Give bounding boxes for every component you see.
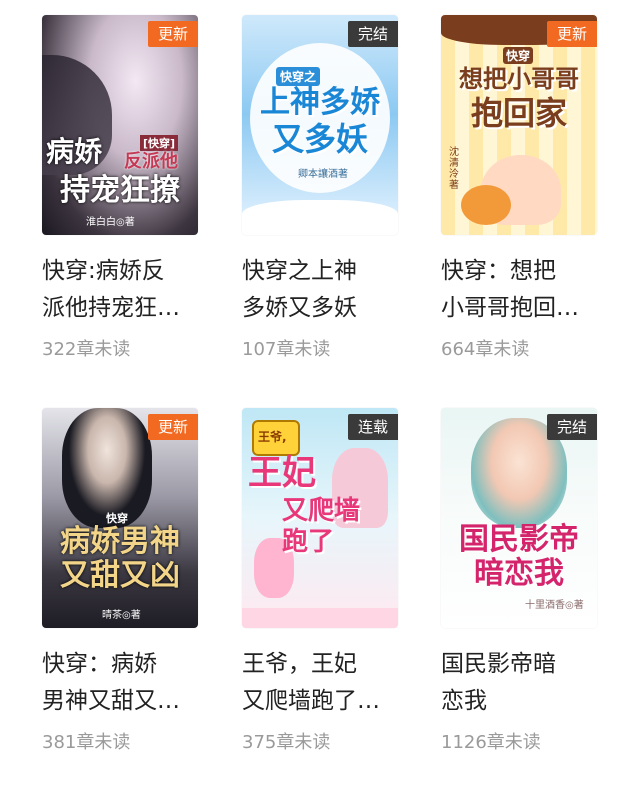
- cover-title: 病娇男神: [60, 524, 180, 559]
- unread-count: 1126章未读: [441, 732, 541, 753]
- book-card[interactable]: 国民影帝 暗恋我 十里酒香◎著 完结 国民影帝暗 恋我 1126章未读: [441, 408, 597, 754]
- book-title[interactable]: 快穿:病娇反 派他持宠狂…: [42, 253, 198, 327]
- cover-tag: [快穿]: [140, 135, 179, 151]
- cover-title: 国民影帝: [459, 522, 579, 557]
- cover-title-line2: 抱回家: [470, 94, 567, 132]
- book-title-line2: 又爬墙跑了…: [242, 688, 380, 714]
- book-title-line1: 王爷，王妃: [242, 651, 357, 677]
- book-title[interactable]: 王爷，王妃 又爬墙跑了…: [242, 646, 398, 720]
- status-badge: 更新: [147, 21, 198, 47]
- cover-author: 沈清泠著: [449, 147, 459, 191]
- book-cover[interactable]: 快穿 想把小哥哥 抱回家 沈清泠著 更新: [441, 15, 597, 235]
- status-badge: 完结: [546, 414, 597, 440]
- book-title[interactable]: 快穿：想把 小哥哥抱回…: [441, 253, 597, 327]
- status-badge: 更新: [546, 21, 597, 47]
- cover-title-line2: 又爬墙跑了: [282, 496, 361, 558]
- book-title-line2: 派他持宠狂…: [42, 295, 180, 321]
- cover-title: 王妃: [248, 453, 316, 493]
- book-title-line2: 男神又甜又…: [42, 688, 180, 714]
- cover-title: 想把小哥哥: [459, 65, 579, 93]
- book-title[interactable]: 快穿：病娇 男神又甜又…: [42, 646, 198, 720]
- book-cover[interactable]: 快穿之 上神多娇 又多妖 卿本讓酒著 完结: [242, 15, 398, 235]
- cover-author: 十里酒香◎著: [525, 600, 584, 611]
- book-card[interactable]: 王爷, 王妃 又爬墙跑了 连载 王爷，王妃 又爬墙跑了… 375章未读: [242, 408, 398, 754]
- cover-title-line2: 暗恋我: [474, 556, 564, 591]
- book-title-line2: 小哥哥抱回…: [441, 295, 579, 321]
- cover-author: 晴茶◎著: [102, 610, 141, 621]
- book-title[interactable]: 快穿之上神 多娇又多妖: [242, 253, 398, 327]
- cover-title-line2: 持宠狂撩: [60, 173, 180, 208]
- cover-tag: 快穿之: [276, 67, 321, 86]
- status-badge: 更新: [147, 414, 198, 440]
- book-cover[interactable]: 快穿 病娇男神 又甜又凶 晴茶◎著 更新: [42, 408, 198, 628]
- unread-count: 107章未读: [242, 339, 331, 360]
- book-card[interactable]: 快穿之 上神多娇 又多妖 卿本讓酒著 完结 快穿之上神 多娇又多妖 107章未读: [242, 15, 398, 361]
- cover-title: 上神多娇: [260, 85, 380, 120]
- book-title-line1: 快穿:病娇反: [42, 258, 165, 284]
- book-title[interactable]: 国民影帝暗 恋我: [441, 646, 597, 720]
- unread-count: 375章未读: [242, 732, 331, 753]
- cover-author: 淮白白◎著: [86, 217, 135, 228]
- book-title-line1: 国民影帝暗: [441, 651, 556, 677]
- book-card[interactable]: 快穿 想把小哥哥 抱回家 沈清泠著 更新 快穿：想把 小哥哥抱回… 664章未读: [441, 15, 597, 361]
- book-title-line1: 快穿之上神: [242, 258, 357, 284]
- book-cover[interactable]: 王爷, 王妃 又爬墙跑了 连载: [242, 408, 398, 628]
- unread-count: 664章未读: [441, 339, 530, 360]
- cover-title-line2: 又甜又凶: [60, 558, 180, 593]
- status-badge: 连载: [347, 414, 398, 440]
- book-title-line1: 快穿：病娇: [42, 651, 157, 677]
- book-card[interactable]: [快穿] 病娇 反派他 持宠狂撩 淮白白◎著 更新 快穿:病娇反 派他持宠狂… …: [42, 15, 198, 361]
- status-badge: 完结: [347, 21, 398, 47]
- book-cover[interactable]: [快穿] 病娇 反派他 持宠狂撩 淮白白◎著 更新: [42, 15, 198, 235]
- unread-count: 381章未读: [42, 732, 131, 753]
- cover-author: 卿本讓酒著: [298, 169, 348, 180]
- book-title-line1: 快穿：想把: [441, 258, 556, 284]
- book-cover[interactable]: 国民影帝 暗恋我 十里酒香◎著 完结: [441, 408, 597, 628]
- unread-count: 322章未读: [42, 339, 131, 360]
- cover-title-line2: 又多妖: [271, 120, 368, 158]
- book-title-line2: 恋我: [441, 688, 487, 714]
- book-card[interactable]: 快穿 病娇男神 又甜又凶 晴茶◎著 更新 快穿：病娇 男神又甜又… 381章未读: [42, 408, 198, 754]
- cover-tag: 快穿: [503, 47, 534, 64]
- bookshelf-grid: [快穿] 病娇 反派他 持宠狂撩 淮白白◎著 更新 快穿:病娇反 派他持宠狂… …: [0, 0, 640, 785]
- cover-subtitle: 反派他: [124, 151, 178, 172]
- cover-tag: 王爷,: [258, 430, 287, 444]
- book-title-line2: 多娇又多妖: [242, 295, 357, 321]
